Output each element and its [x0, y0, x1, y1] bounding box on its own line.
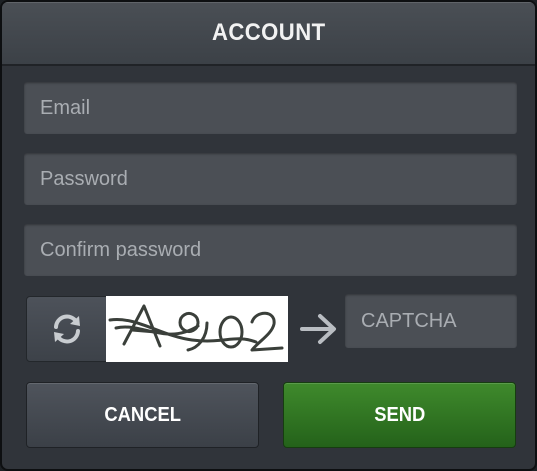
- refresh-captcha-button[interactable]: [26, 296, 108, 362]
- dialog-header: ACCOUNT: [2, 2, 535, 66]
- password-field[interactable]: [24, 153, 517, 205]
- confirm-password-field[interactable]: [24, 224, 517, 276]
- arrow-right-icon: [300, 314, 336, 344]
- dialog-title: ACCOUNT: [211, 19, 326, 46]
- email-field[interactable]: [24, 82, 517, 134]
- cancel-button-label: CANCEL: [104, 403, 181, 426]
- captcha-input[interactable]: [345, 294, 517, 348]
- send-button-label: SEND: [373, 403, 426, 426]
- cancel-button[interactable]: CANCEL: [26, 382, 259, 448]
- send-button[interactable]: SEND: [283, 382, 516, 448]
- account-dialog: ACCOUNT Email CAPTCHA CANCEL SEND: [0, 0, 537, 471]
- refresh-icon: [54, 314, 80, 344]
- captcha-image: [106, 296, 288, 362]
